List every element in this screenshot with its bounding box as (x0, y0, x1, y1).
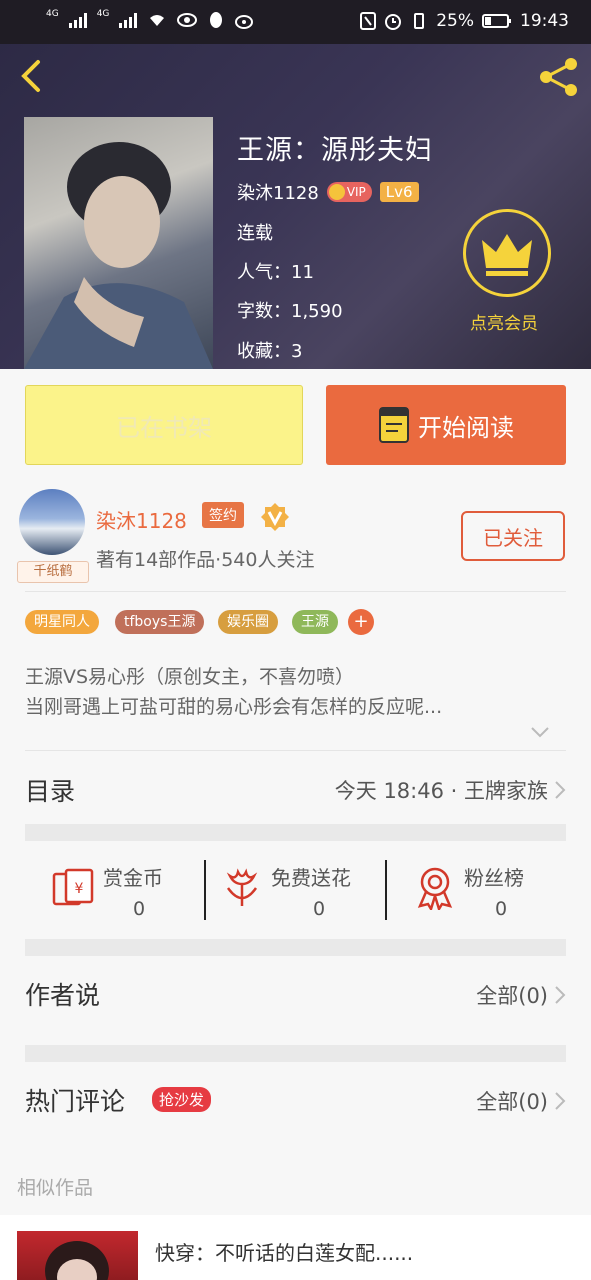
book-author-row: 染沐1128 VIP Lv6 (237, 179, 419, 205)
ribbon-medal-icon[interactable] (416, 866, 454, 910)
divider (25, 750, 566, 751)
catalog-title[interactable]: 目录 (25, 772, 75, 808)
divider (25, 591, 566, 592)
nfc-icon (360, 12, 377, 30)
catalog-latest: 今天 18:46 · 王牌家族 (334, 779, 548, 803)
back-arrow-icon[interactable] (16, 58, 46, 94)
book-description[interactable]: 王源VS易心彤（原创女主，不喜勿喷） 当刚哥遇上可盐可甜的易心彤会有怎样的反应呢… (25, 662, 565, 722)
book-word-count: 字数：1,590 (237, 301, 343, 322)
crown-icon (482, 234, 532, 276)
wifi-icon (150, 15, 165, 26)
vip-label: VIP (346, 185, 366, 199)
add-tag-button[interactable]: + (348, 609, 374, 635)
verified-v-icon (261, 503, 289, 531)
status-bar: 4G 4G 25% 19:43 (0, 0, 591, 44)
on-shelf-button[interactable]: 已在书架 (25, 385, 303, 465)
cover-portrait-image (24, 142, 213, 369)
book-cover (24, 117, 213, 369)
reward-count: 0 (495, 898, 508, 920)
book-status: 连载 (237, 223, 273, 244)
description-line: 王源VS易心彤（原创女主，不喜勿喷） (25, 666, 355, 688)
crown-coin-icon (328, 184, 345, 200)
svg-text:¥: ¥ (75, 881, 84, 897)
book-icon (379, 407, 409, 443)
author-avatar[interactable] (19, 489, 85, 555)
similar-works-heading: 相似作品 (17, 1177, 94, 1199)
book-title: 王源：源彤夫妇 (237, 135, 433, 166)
member-label[interactable]: 点亮会员 (470, 309, 538, 334)
book-popularity: 人气：11 (237, 262, 314, 283)
status-right: 25% 19:43 (360, 11, 569, 31)
net-label-2: 4G (96, 9, 110, 19)
chevron-right-icon (555, 986, 566, 1004)
qq-icon (210, 12, 223, 28)
clock: 19:43 (520, 11, 569, 31)
section-separator (25, 939, 566, 956)
start-reading-label: 开始阅读 (418, 413, 514, 442)
section-separator (25, 1045, 566, 1062)
author-stats: 著有14部作品·540人关注 (96, 549, 315, 571)
net-label-1: 4G (46, 9, 59, 19)
expand-chevron-icon[interactable] (530, 725, 550, 739)
reward-count: 0 (133, 898, 146, 920)
alarm-icon (385, 14, 402, 30)
share-icon[interactable] (536, 54, 582, 100)
hot-comments-title[interactable]: 热门评论 (25, 1082, 125, 1118)
avatar-tag: 千纸鹤 (17, 561, 89, 583)
reward-label[interactable]: 粉丝榜 (464, 862, 524, 891)
similar-cover-image (45, 1241, 109, 1280)
book-header: 王源：源彤夫妇 染沐1128 VIP Lv6 连载 人气：11 字数：1,590… (0, 44, 591, 369)
reward-count: 0 (313, 898, 326, 920)
similar-work-cover[interactable] (17, 1231, 138, 1280)
book-favorites: 收藏：3 (237, 341, 303, 362)
level-badge: Lv6 (379, 182, 419, 202)
catalog-latest-link[interactable]: 今天 18:46 · 王牌家族 (335, 775, 566, 805)
author-name[interactable]: 染沐1128 (96, 505, 187, 534)
reward-label[interactable]: 免费送花 (271, 862, 351, 891)
start-reading-button[interactable]: 开始阅读 (326, 385, 566, 465)
weibo-icon (235, 15, 254, 29)
signed-badge: 签约 (202, 502, 244, 528)
vibrate-icon (414, 13, 425, 29)
signal-icon (68, 12, 87, 28)
tag-item[interactable]: 娱乐圈 (218, 610, 278, 634)
tag-item[interactable]: 明星同人 (25, 610, 99, 634)
tag-item[interactable]: tfboys王源 (115, 610, 205, 634)
follow-button[interactable]: 已关注 (461, 511, 565, 561)
grab-sofa-badge[interactable]: 抢沙发 (152, 1087, 212, 1112)
vip-badge: VIP (326, 182, 372, 202)
book-author-name[interactable]: 染沐1128 (237, 179, 319, 205)
description-line: 当刚哥遇上可盐可甜的易心彤会有怎样的反应呢... (25, 696, 443, 718)
eye-icon (177, 13, 198, 27)
reward-label[interactable]: 赏金币 (103, 862, 163, 891)
battery-percent: 25% (436, 11, 474, 31)
hot-comments-all-link[interactable]: 全部(0) (476, 1086, 566, 1116)
battery-icon (482, 14, 511, 28)
similar-work-title[interactable]: 快穿：不听话的白莲女配...... (155, 1237, 413, 1266)
member-crown-button[interactable] (463, 209, 551, 297)
coin-envelope-icon[interactable]: ¥ (52, 866, 96, 910)
author-says-all-link[interactable]: 全部(0) (476, 980, 566, 1010)
author-says-title[interactable]: 作者说 (25, 976, 100, 1012)
flower-icon[interactable] (224, 868, 260, 910)
divider (204, 860, 206, 920)
status-left: 4G 4G (46, 9, 255, 29)
author-says-all: 全部(0) (476, 984, 548, 1008)
signal-icon (119, 12, 138, 28)
chevron-right-icon (555, 1092, 566, 1110)
tag-item[interactable]: 王源 (292, 610, 338, 634)
divider (385, 860, 387, 920)
hot-comments-all: 全部(0) (476, 1090, 548, 1114)
chevron-right-icon (555, 781, 566, 799)
section-separator (25, 824, 566, 841)
